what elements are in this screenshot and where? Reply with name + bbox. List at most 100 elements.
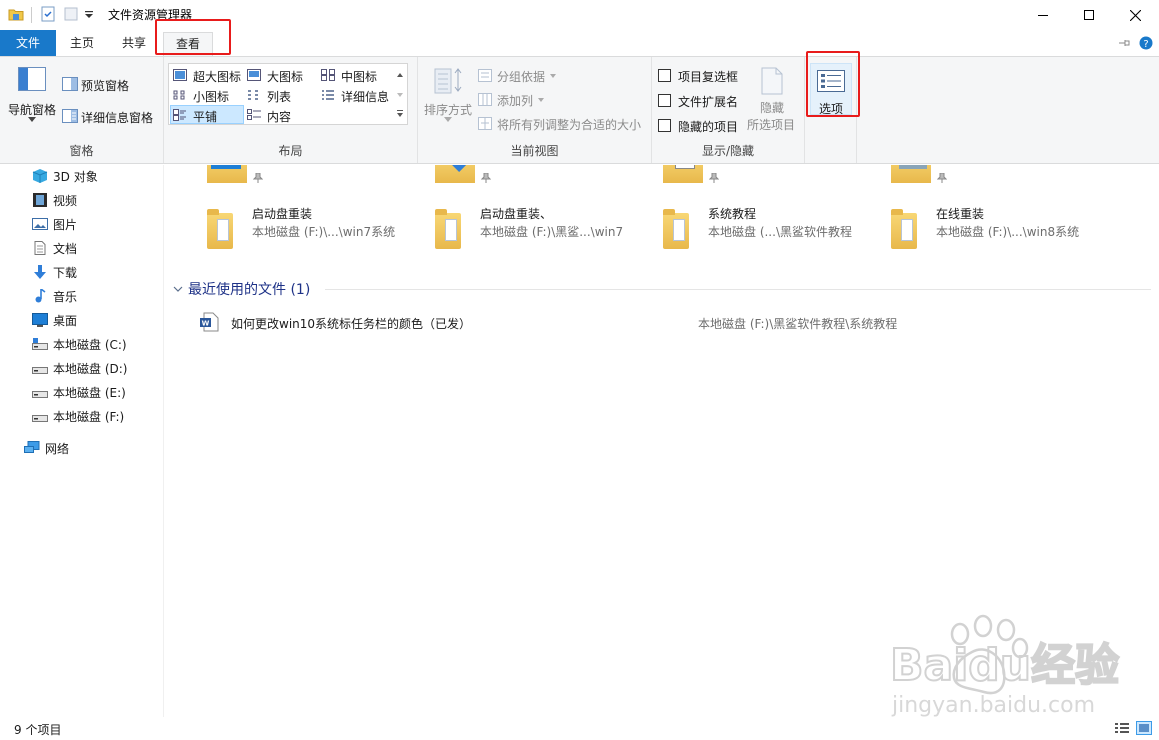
help-icon[interactable]: ? xyxy=(1139,36,1153,50)
minimize-button[interactable] xyxy=(1020,0,1066,30)
options-button[interactable]: 选项 xyxy=(810,63,852,116)
sort-by-button[interactable]: 排序方式 xyxy=(422,65,474,129)
nav-item-network[interactable]: 网络 xyxy=(24,438,69,458)
nav-item-drive-c[interactable]: 本地磁盘 (C:) xyxy=(32,334,127,354)
maximize-button[interactable] xyxy=(1066,0,1112,30)
item-checkboxes-checkbox[interactable] xyxy=(658,69,671,82)
nav-item-pictures[interactable]: 图片 xyxy=(32,214,77,234)
file-extensions-label: 文件扩展名 xyxy=(678,95,739,109)
network-icon xyxy=(24,441,40,453)
tab-home[interactable]: 主页 xyxy=(58,30,106,56)
nav-item-label: 网络 xyxy=(45,441,70,456)
pin-ribbon-icon[interactable] xyxy=(1119,38,1131,48)
folder-name: 在线重装 xyxy=(936,207,985,221)
drive-icon xyxy=(32,367,48,374)
group-by-button[interactable]: 分组依据 xyxy=(478,67,618,85)
recent-file-row[interactable]: W 如何更改win10系统标任务栏的颜色（已发） 本地磁盘 (F:)\黑鲨软件教… xyxy=(199,311,919,333)
recent-file-path: 本地磁盘 (F:)\黑鲨软件教程\系统教程 xyxy=(698,317,898,331)
drive-icon xyxy=(32,415,48,422)
drive-icon xyxy=(32,391,48,398)
size-all-columns-label: 将所有列调整为合适的大小 xyxy=(497,118,642,132)
folder-path: 本地磁盘 (F:)\...\win7系统 xyxy=(252,225,396,239)
nav-item-documents[interactable]: 文档 xyxy=(32,238,77,258)
tab-file[interactable]: 文件 xyxy=(0,30,56,56)
customize-quick-access-icon[interactable] xyxy=(84,10,94,20)
medium-icons-label: 中图标 xyxy=(341,70,378,84)
close-button[interactable] xyxy=(1112,0,1158,30)
large-icons-toggle-icon[interactable] xyxy=(1136,721,1152,735)
nav-item-desktop[interactable]: 桌面 xyxy=(32,310,77,330)
navigation-pane-button[interactable]: 导航窗格 xyxy=(6,65,58,125)
pin-icon xyxy=(709,173,719,183)
more-dropdown-icon xyxy=(397,110,403,117)
pinned-folder-3[interactable] xyxy=(663,165,703,183)
tab-share[interactable]: 共享 xyxy=(110,30,158,56)
hidden-items-toggle[interactable]: 隐藏的项目 xyxy=(658,117,744,135)
minimize-icon xyxy=(1038,15,1048,16)
tab-view[interactable]: 查看 xyxy=(163,32,213,56)
layout-tiles[interactable]: 平铺 xyxy=(173,106,243,124)
nav-item-label: 视频 xyxy=(53,193,78,208)
layout-extra-large-icons[interactable]: 超大图标 xyxy=(173,66,245,84)
hidden-items-checkbox[interactable] xyxy=(658,119,671,132)
nav-item-videos[interactable]: 视频 xyxy=(32,190,77,210)
layout-scroll-down[interactable] xyxy=(395,88,407,102)
size-all-columns-button[interactable]: 将所有列调整为合适的大小 xyxy=(478,115,650,133)
layout-list[interactable]: 列表 xyxy=(247,86,317,104)
content-view-icon xyxy=(247,109,261,120)
nav-item-label: 本地磁盘 (F:) xyxy=(53,409,125,424)
pinned-folder-4[interactable] xyxy=(891,165,931,183)
recent-file-name: 如何更改win10系统标任务栏的颜色（已发） xyxy=(231,317,472,331)
add-columns-button[interactable]: 添加列 xyxy=(478,91,618,109)
title-bar: 文件资源管理器 xyxy=(0,0,1159,30)
quick-access-tile[interactable]: 系统教程 本地磁盘 (...\黑鲨软件教程 xyxy=(661,205,881,253)
hide-selected-items-button[interactable]: 隐藏 所选项目 xyxy=(744,65,802,135)
new-folder-icon[interactable] xyxy=(63,6,79,22)
nav-item-music[interactable]: 音乐 xyxy=(32,286,77,306)
file-extensions-checkbox[interactable] xyxy=(658,94,671,107)
quick-access-tile[interactable]: 在线重装 本地磁盘 (F:)\...\win8系统 xyxy=(889,205,1109,253)
layout-details[interactable]: 详细信息 xyxy=(321,86,405,104)
selected-items-label: 所选项目 xyxy=(747,118,796,132)
chevron-down-icon xyxy=(550,74,556,78)
videos-icon xyxy=(33,193,47,207)
status-bar: 9 个项目 xyxy=(0,717,1159,740)
details-pane-button[interactable]: 详细信息窗格 xyxy=(62,107,162,127)
layout-content[interactable]: 内容 xyxy=(247,106,317,124)
nav-item-downloads[interactable]: 下载 xyxy=(32,262,77,282)
pinned-folder-1[interactable] xyxy=(207,165,247,183)
item-checkboxes-label: 项目复选框 xyxy=(678,70,739,84)
ribbon-group-show-hide: 项目复选框 文件扩展名 隐藏的项目 隐藏 所选项目 显示/隐藏 xyxy=(652,57,805,163)
nav-item-drive-f[interactable]: 本地磁盘 (F:) xyxy=(32,406,124,426)
recent-files-header[interactable]: 最近使用的文件 (1) xyxy=(173,279,310,299)
section-divider xyxy=(325,289,1151,290)
nav-item-label: 本地磁盘 (E:) xyxy=(53,385,126,400)
item-checkboxes-toggle[interactable]: 项目复选框 xyxy=(658,67,744,85)
layout-large-icons[interactable]: 大图标 xyxy=(247,66,317,84)
folder-path: 本地磁盘 (...\黑鲨软件教程 xyxy=(708,225,852,239)
content-pane: 启动盘重装 本地磁盘 (F:)\...\win7系统 启动盘重装、 本地磁盘 (… xyxy=(165,165,1159,717)
file-extensions-toggle[interactable]: 文件扩展名 xyxy=(658,92,744,110)
quick-access-tile[interactable]: 启动盘重装、 本地磁盘 (F:)\黑鲨...\win7 xyxy=(433,205,653,253)
list-view-icon xyxy=(248,90,258,100)
layout-group-label: 布局 xyxy=(278,144,303,158)
svg-text:?: ? xyxy=(1143,39,1148,50)
layout-medium-icons[interactable]: 中图标 xyxy=(321,66,393,84)
layout-small-icons[interactable]: 小图标 xyxy=(173,86,245,104)
properties-icon[interactable] xyxy=(40,6,56,22)
folder-icon xyxy=(435,209,461,249)
chevron-down-icon xyxy=(397,93,403,97)
nav-item-3d-objects[interactable]: 3D 对象 xyxy=(32,166,98,186)
folder-path: 本地磁盘 (F:)\黑鲨...\win7 xyxy=(480,225,624,239)
chevron-down-icon xyxy=(538,98,544,102)
details-view-toggle-icon[interactable] xyxy=(1114,722,1130,734)
pinned-folder-2[interactable] xyxy=(435,165,475,183)
layout-scroll-up[interactable] xyxy=(395,68,407,82)
folder-icon xyxy=(891,209,917,249)
nav-item-drive-e[interactable]: 本地磁盘 (E:) xyxy=(32,382,126,402)
quick-access-tile[interactable]: 启动盘重装 本地磁盘 (F:)\...\win7系统 xyxy=(205,205,425,253)
ribbon-group-panes: 导航窗格 预览窗格 详细信息窗格 窗格 xyxy=(0,57,164,163)
preview-pane-button[interactable]: 预览窗格 xyxy=(62,75,162,95)
nav-item-drive-d[interactable]: 本地磁盘 (D:) xyxy=(32,358,127,378)
layout-more[interactable] xyxy=(395,108,407,122)
